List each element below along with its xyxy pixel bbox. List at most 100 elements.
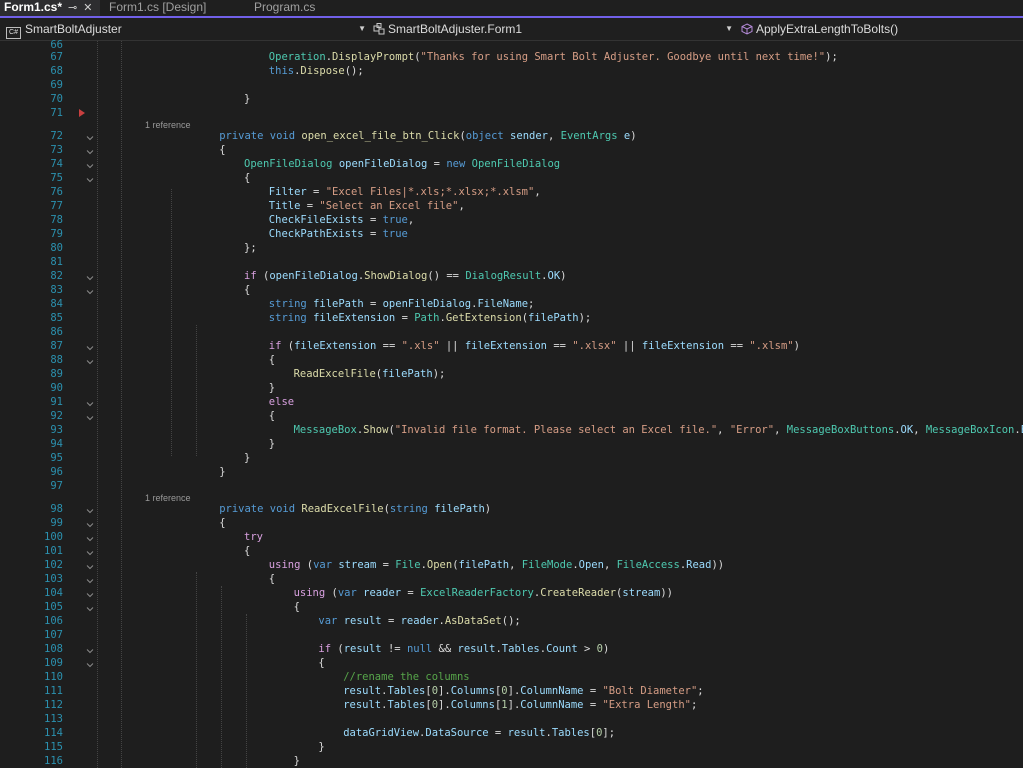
code-token: } <box>268 438 276 450</box>
indent-guide <box>196 325 197 456</box>
code-token: ColumnName <box>520 685 584 697</box>
collapse-chevron-icon[interactable] <box>86 603 94 612</box>
code-token: AsDataSet <box>444 615 502 627</box>
class-name: SmartBoltAdjuster.Form1 <box>388 22 523 36</box>
code-token: string <box>268 298 307 310</box>
code-line: 92 { <box>0 409 1023 423</box>
line-number: 109 <box>44 657 63 669</box>
line-number: 70 <box>50 93 63 105</box>
code-line: 73 { <box>0 143 1023 157</box>
codelens-references-link[interactable]: 1 reference <box>145 492 191 504</box>
code-line: 113 <box>0 712 1023 726</box>
line-number: 87 <box>50 340 63 352</box>
code-token: = <box>583 685 603 697</box>
collapse-chevron-icon[interactable] <box>86 286 94 295</box>
collapse-chevron-icon[interactable] <box>86 561 94 570</box>
indent-guide <box>246 614 247 768</box>
code-token: }; <box>244 242 257 254</box>
code-token: Columns <box>450 685 495 697</box>
code-line: 108 if (result != null && result.Tables.C… <box>0 642 1023 656</box>
code-token: openFileDialog <box>382 298 472 310</box>
code-token: = <box>395 312 415 324</box>
code-token: Filter <box>268 186 307 198</box>
code-line: 112 result.Tables[0].Columns[1].ColumnNam… <box>0 698 1023 712</box>
code-token: ( <box>331 643 344 655</box>
code-token: > <box>577 643 597 655</box>
code-token: , <box>547 130 561 142</box>
code-text: { <box>244 544 250 558</box>
code-text: { <box>269 409 275 423</box>
collapse-chevron-icon[interactable] <box>86 412 94 421</box>
collapse-chevron-icon[interactable] <box>86 132 94 141</box>
codelens-references-link[interactable]: 1 reference <box>145 119 191 131</box>
collapse-chevron-icon[interactable] <box>86 356 94 365</box>
pin-icon[interactable]: ⊸ <box>68 2 77 14</box>
line-number: 82 <box>50 270 63 282</box>
code-token: } <box>293 755 300 767</box>
code-token: var <box>318 615 338 627</box>
collapse-chevron-icon[interactable] <box>86 589 94 598</box>
code-token: new <box>446 158 466 170</box>
breakpoint-marker-icon[interactable] <box>79 109 85 117</box>
collapse-chevron-icon[interactable] <box>86 398 94 407</box>
collapse-chevron-icon[interactable] <box>86 547 94 556</box>
tab-form1-cs[interactable]: Form1.cs* ⊸ ✕ <box>0 0 100 16</box>
code-token: ]. <box>507 685 521 697</box>
code-token: filePath <box>313 298 364 310</box>
line-number: 107 <box>44 629 63 641</box>
code-text: string fileExtension = Path.GetExtension… <box>269 311 591 325</box>
code-token: , <box>603 559 617 571</box>
line-number: 98 <box>50 503 63 515</box>
line-number: 86 <box>50 326 63 338</box>
code-token: Count <box>546 643 578 655</box>
collapse-chevron-icon[interactable] <box>86 160 94 169</box>
code-line: 102 using (var stream = File.Open(filePat… <box>0 558 1023 572</box>
collapse-chevron-icon[interactable] <box>86 505 94 514</box>
code-token: ]. <box>438 699 451 711</box>
close-icon[interactable]: ✕ <box>83 2 92 14</box>
code-line: 95} <box>0 451 1023 465</box>
code-text: var result = reader.AsDataSet(); <box>318 614 520 628</box>
code-text: Title = "Select an Excel file", <box>269 199 465 213</box>
code-token: fileExtension <box>294 340 377 352</box>
line-number: 76 <box>50 186 63 198</box>
code-token: Columns <box>450 699 495 711</box>
code-editor[interactable]: 66 67 Operation.DisplayPrompt("Thanks for … <box>0 39 1023 768</box>
collapse-chevron-icon[interactable] <box>86 533 94 542</box>
code-token: && <box>432 643 458 655</box>
code-token: FileName <box>477 298 529 310</box>
code-text: Operation.DisplayPrompt("Thanks for usin… <box>269 50 838 64</box>
collapse-chevron-icon[interactable] <box>86 659 94 668</box>
code-token: Tables <box>387 685 426 697</box>
collapse-chevron-icon[interactable] <box>86 645 94 654</box>
project-dropdown[interactable]: C# SmartBoltAdjuster ▼ <box>6 20 366 39</box>
code-token: stream <box>622 587 661 599</box>
line-number: 81 <box>50 256 63 268</box>
class-dropdown[interactable]: SmartBoltAdjuster.Form1 ▼ <box>373 20 733 38</box>
code-text: } <box>269 437 275 451</box>
tab-program-cs[interactable]: Program.cs <box>254 0 315 16</box>
code-token: ) <box>602 643 610 655</box>
collapse-chevron-icon[interactable] <box>86 342 94 351</box>
collapse-chevron-icon[interactable] <box>86 519 94 528</box>
code-token: Tables <box>387 699 426 711</box>
collapse-chevron-icon[interactable] <box>86 174 94 183</box>
code-token: File <box>395 559 421 571</box>
line-number: 114 <box>44 727 63 739</box>
member-dropdown[interactable]: ApplyExtraLengthToBolts() <box>741 20 1021 38</box>
code-line: 116} <box>0 754 1023 768</box>
tab-form1-design[interactable]: Form1.cs [Design] <box>109 0 206 16</box>
code-token: , <box>509 559 522 571</box>
collapse-chevron-icon[interactable] <box>86 272 94 281</box>
code-text: using (var reader = ExcelReaderFactory.C… <box>294 586 673 600</box>
collapse-chevron-icon[interactable] <box>86 146 94 155</box>
code-token: string <box>268 312 307 324</box>
code-line: 97 <box>0 479 1023 493</box>
code-text: if (result != null && result.Tables.Coun… <box>318 642 609 656</box>
code-text: if (openFileDialog.ShowDialog() == Dialo… <box>244 269 566 283</box>
code-text: } <box>318 740 324 754</box>
code-text: dataGridView.DataSource = result.Tables[… <box>343 726 615 740</box>
collapse-chevron-icon[interactable] <box>86 575 94 584</box>
code-line: 100 try <box>0 530 1023 544</box>
line-number: 102 <box>44 559 63 571</box>
